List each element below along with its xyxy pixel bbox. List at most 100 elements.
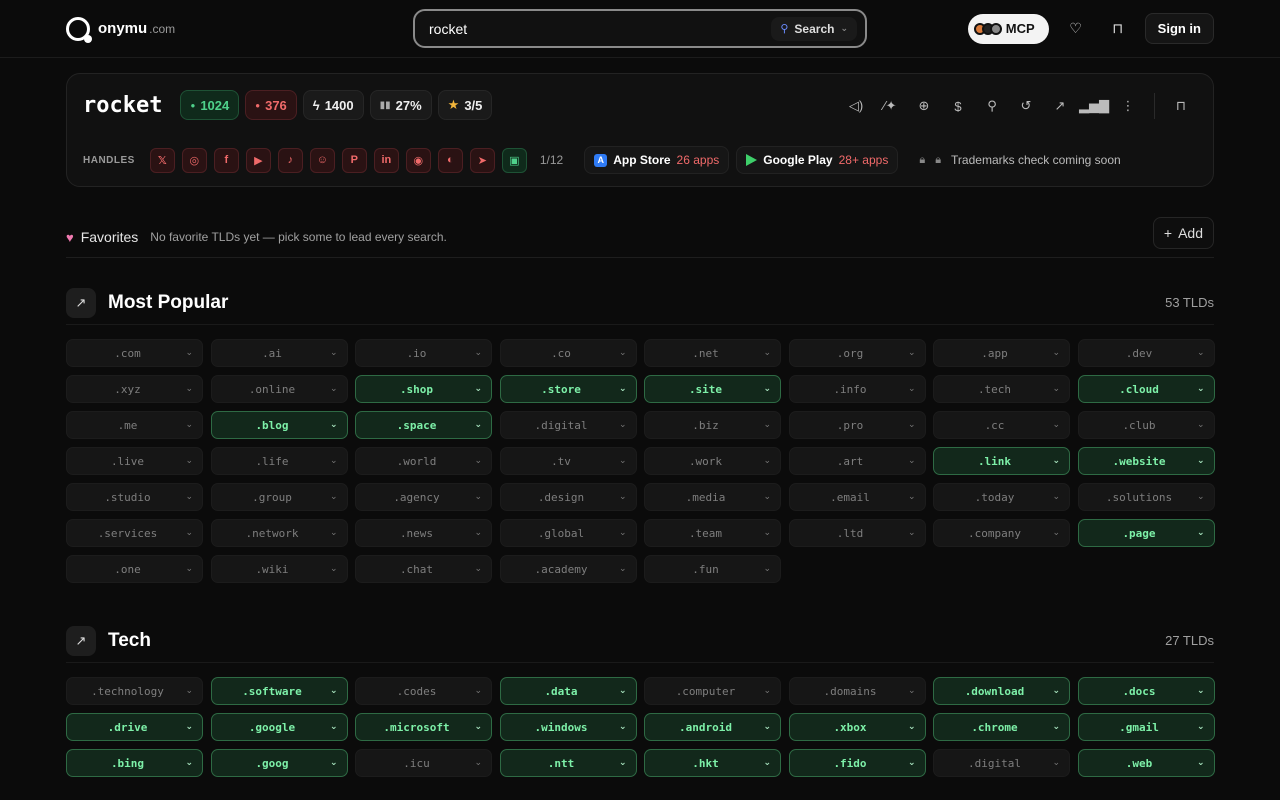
tld-chip[interactable]: .global ⌄ [499, 519, 637, 547]
tld-chip[interactable]: .blog ⌄ [210, 411, 348, 439]
tld-chip[interactable]: .technology ⌄ [66, 677, 203, 705]
app-store-button[interactable]: A App Store 26 apps [584, 146, 730, 174]
tld-chip[interactable]: .microsoft ⌄ [355, 713, 492, 741]
more-icon[interactable]: ⋮ [1114, 92, 1142, 120]
tld-chip[interactable]: .world ⌄ [355, 447, 492, 475]
tld-chip[interactable]: .page ⌄ [1077, 519, 1215, 547]
tld-chip[interactable]: .digital ⌄ [499, 411, 637, 439]
tld-chip[interactable]: .services ⌄ [66, 519, 203, 547]
chevron-down-icon[interactable]: ⌄ [185, 528, 193, 538]
chevron-down-icon[interactable]: ⌄ [185, 686, 193, 696]
chevron-down-icon[interactable]: ⌄ [908, 384, 916, 394]
handle-twitch[interactable]: ▣ [501, 147, 527, 173]
chevron-down-icon[interactable]: ⌄ [763, 492, 771, 502]
chevron-down-icon[interactable]: ⌄ [185, 348, 193, 358]
magic-wand-icon[interactable]: ⁄✦ [876, 92, 904, 120]
tld-chip[interactable]: .me ⌄ [66, 411, 203, 439]
chevron-down-icon[interactable]: ⌄ [908, 420, 916, 430]
chevron-down-icon[interactable]: ⌄ [763, 384, 771, 394]
chevron-down-icon[interactable]: ⌄ [474, 348, 482, 358]
chevron-down-icon[interactable]: ⌄ [619, 492, 627, 502]
chevron-down-icon[interactable]: ⌄ [619, 686, 627, 696]
chevron-down-icon[interactable]: ⌄ [1197, 758, 1205, 768]
search-icon[interactable]: ⚲ [978, 92, 1006, 120]
chevron-down-icon[interactable]: ⌄ [474, 758, 482, 768]
chevron-down-icon[interactable]: ⌄ [1197, 528, 1205, 538]
tld-chip[interactable]: .web ⌄ [1077, 749, 1215, 777]
tld-chip[interactable]: .agency ⌄ [355, 483, 492, 511]
chevron-down-icon[interactable]: ⌄ [185, 564, 193, 574]
tld-chip[interactable]: .fun ⌄ [644, 555, 781, 583]
chevron-down-icon[interactable]: ⌄ [330, 420, 338, 430]
chevron-down-icon[interactable]: ⌄ [1052, 492, 1060, 502]
chevron-down-icon[interactable]: ⌄ [1052, 758, 1060, 768]
tld-chip[interactable]: .android ⌄ [644, 713, 781, 741]
tld-chip[interactable]: .site ⌄ [644, 375, 781, 403]
handle-snapchat[interactable]: ☺ [309, 147, 335, 173]
handle-pinterest[interactable]: P [341, 147, 367, 173]
tld-chip[interactable]: .ltd ⌄ [788, 519, 926, 547]
handle-x[interactable]: 𝕏 [149, 147, 175, 173]
tld-chip[interactable]: .studio ⌄ [66, 483, 203, 511]
heart-icon[interactable]: ♡ [1061, 14, 1091, 44]
tld-chip[interactable]: .xbox ⌄ [788, 713, 926, 741]
chevron-down-icon[interactable]: ⌄ [474, 528, 482, 538]
chevron-down-icon[interactable]: ⌄ [619, 722, 627, 732]
tld-chip[interactable]: .link ⌄ [933, 447, 1070, 475]
rating-badge[interactable]: ★ 3/5 [437, 90, 493, 120]
chevron-down-icon[interactable]: ⌄ [1197, 384, 1205, 394]
logo[interactable]: onymu .com [66, 16, 175, 43]
tld-chip[interactable]: .store ⌄ [499, 375, 637, 403]
chevron-down-icon[interactable]: ⌄ [1197, 686, 1205, 696]
tld-chip[interactable]: .windows ⌄ [499, 713, 637, 741]
tld-chip[interactable]: .one ⌄ [66, 555, 203, 583]
handle-instagram[interactable]: ◎ [181, 147, 207, 173]
chevron-down-icon[interactable]: ⌄ [619, 456, 627, 466]
chevron-down-icon[interactable]: ⌄ [185, 722, 193, 732]
tld-chip[interactable]: .bing ⌄ [66, 749, 203, 777]
chevron-down-icon[interactable]: ⌄ [908, 686, 916, 696]
search-input[interactable] [429, 20, 772, 37]
chevron-down-icon[interactable]: ⌄ [474, 456, 482, 466]
tld-chip[interactable]: .cc ⌄ [933, 411, 1070, 439]
tld-chip[interactable]: .dev ⌄ [1077, 339, 1215, 367]
tld-chip[interactable]: .google ⌄ [210, 713, 348, 741]
tld-chip[interactable]: .docs ⌄ [1077, 677, 1215, 705]
add-favorite-button[interactable]: + Add [1152, 217, 1214, 249]
tld-chip[interactable]: .news ⌄ [355, 519, 492, 547]
chevron-down-icon[interactable]: ⌄ [185, 384, 193, 394]
chevron-down-icon[interactable]: ⌄ [1197, 348, 1205, 358]
chevron-down-icon[interactable]: ⌄ [1052, 384, 1060, 394]
bookmark-icon[interactable]: ⊓ [1103, 14, 1133, 44]
chevron-down-icon[interactable]: ⌄ [185, 420, 193, 430]
tld-chip[interactable]: .hkt ⌄ [644, 749, 781, 777]
tld-chip[interactable]: .club ⌄ [1077, 411, 1215, 439]
chevron-down-icon[interactable]: ⌄ [1052, 348, 1060, 358]
google-play-button[interactable]: Google Play 28+ apps [736, 146, 899, 174]
tld-chip[interactable]: .tech ⌄ [933, 375, 1070, 403]
handle-tiktok[interactable]: ♪ [277, 147, 303, 173]
tld-chip[interactable]: .online ⌄ [210, 375, 348, 403]
tld-chip[interactable]: .co ⌄ [499, 339, 637, 367]
chevron-down-icon[interactable]: ⌄ [1197, 722, 1205, 732]
tld-chip[interactable]: .info ⌄ [788, 375, 926, 403]
chevron-down-icon[interactable]: ⌄ [763, 456, 771, 466]
chevron-down-icon[interactable]: ⌄ [908, 456, 916, 466]
handle-facebook[interactable]: f [213, 147, 239, 173]
chevron-down-icon[interactable]: ⌄ [330, 758, 338, 768]
chevron-down-icon[interactable]: ⌄ [619, 420, 627, 430]
trending-icon[interactable]: ↗ [1046, 92, 1074, 120]
tld-chip[interactable]: .today ⌄ [933, 483, 1070, 511]
chevron-down-icon[interactable]: ⌄ [330, 722, 338, 732]
tld-chip[interactable]: .work ⌄ [644, 447, 781, 475]
handle-youtube[interactable]: ▶ [245, 147, 271, 173]
tld-chip[interactable]: .live ⌄ [66, 447, 203, 475]
chevron-down-icon[interactable]: ⌄ [474, 722, 482, 732]
chevron-down-icon[interactable]: ⌄ [330, 348, 338, 358]
tld-chip[interactable]: .codes ⌄ [355, 677, 492, 705]
chevron-down-icon[interactable]: ⌄ [619, 384, 627, 394]
tld-chip[interactable]: .fido ⌄ [788, 749, 926, 777]
handle-telegram[interactable]: ➤ [469, 147, 495, 173]
tld-chip[interactable]: .download ⌄ [933, 677, 1070, 705]
score-badge[interactable]: ϟ 1400 [302, 90, 364, 120]
